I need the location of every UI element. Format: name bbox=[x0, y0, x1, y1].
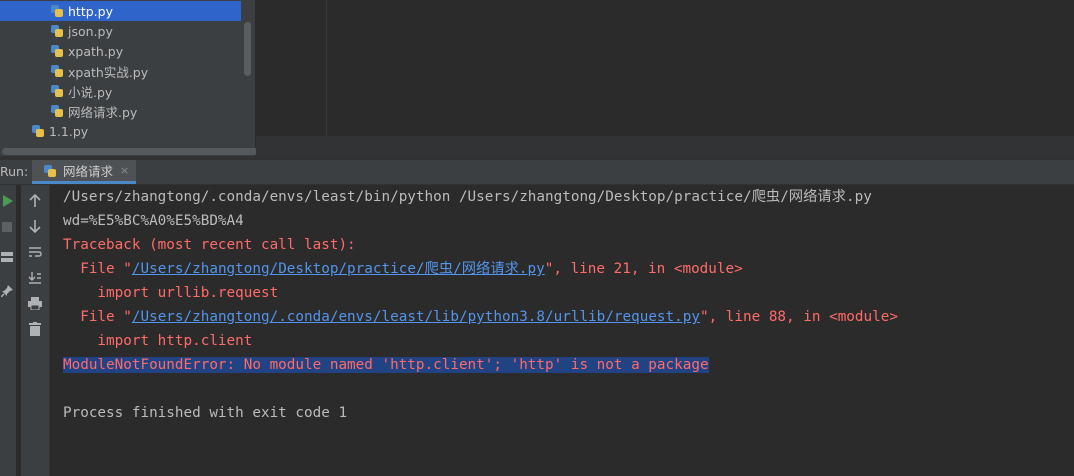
python-file-icon bbox=[31, 124, 45, 138]
close-icon[interactable]: × bbox=[120, 164, 129, 177]
error-message: ModuleNotFoundError: No module named 'ht… bbox=[63, 357, 709, 373]
run-tab-label: 网络请求 bbox=[63, 164, 114, 179]
file-link-urllib-request[interactable]: /Users/zhangtong/.conda/envs/least/lib/p… bbox=[132, 309, 700, 325]
tree-file-label: 小说.py bbox=[68, 84, 113, 100]
error-message-line: ModuleNotFoundError: No module named 'ht… bbox=[63, 353, 709, 377]
python-file-icon bbox=[50, 24, 64, 38]
tree-file-xiaoshuo-py[interactable]: 小说.py bbox=[50, 81, 112, 101]
tree-file-label: 1.1.py bbox=[49, 123, 89, 139]
arrow-up-icon[interactable] bbox=[27, 193, 43, 209]
traceback-code-1: import urllib.request bbox=[63, 285, 279, 301]
tree-file-http-py[interactable]: http.py bbox=[0, 1, 241, 21]
run-toolbar-secondary bbox=[21, 185, 50, 476]
tree-file-1-1-py[interactable]: 1.1.py bbox=[31, 121, 88, 141]
run-console[interactable]: /Users/zhangtong/.conda/envs/least/bin/p… bbox=[50, 185, 1074, 476]
editor-area[interactable] bbox=[256, 0, 1074, 136]
frame-prefix: File " bbox=[63, 261, 132, 277]
frame-suffix: ", line 88, in <module> bbox=[699, 309, 898, 325]
editor-right-margin bbox=[326, 0, 327, 136]
tree-file-label: 网络请求.py bbox=[68, 104, 138, 120]
trash-icon[interactable] bbox=[27, 321, 43, 337]
frame-prefix: File " bbox=[63, 309, 132, 325]
tree-horizontal-scrollbar[interactable] bbox=[2, 148, 258, 155]
pin-icon[interactable] bbox=[0, 283, 14, 299]
soft-wrap-icon[interactable] bbox=[27, 244, 43, 260]
python-file-icon bbox=[50, 64, 64, 78]
run-tab[interactable]: 网络请求 × bbox=[32, 160, 136, 184]
print-icon[interactable] bbox=[27, 295, 43, 311]
python-file-icon bbox=[50, 104, 64, 118]
python-file-icon bbox=[50, 84, 64, 98]
tree-file-label: xpath.py bbox=[68, 43, 124, 59]
tree-file-wangluoqingqiu-py[interactable]: 网络请求.py bbox=[50, 101, 137, 121]
layout-icon[interactable] bbox=[0, 249, 14, 265]
console-output-line: wd=%E5%BC%A0%E5%BD%A4 bbox=[63, 213, 244, 229]
exit-message: Process finished with exit code 1 bbox=[63, 405, 348, 421]
tree-file-json-py[interactable]: json.py bbox=[50, 21, 113, 41]
project-tree: http.py json.py xpath.py xpath实战.py 小说.p… bbox=[0, 0, 241, 156]
file-link-wangluoqingqiu[interactable]: /Users/zhangtong/Desktop/practice/爬虫/网络请… bbox=[132, 261, 545, 277]
python-file-icon bbox=[43, 164, 57, 178]
traceback-header: Traceback (most recent call last): bbox=[63, 237, 356, 253]
traceback-frame-2: File "/Users/zhangtong/.conda/envs/least… bbox=[63, 305, 898, 329]
run-tool-window-header: Run: 网络请求 × bbox=[0, 160, 1074, 185]
console-command-line: /Users/zhangtong/.conda/envs/least/bin/p… bbox=[63, 189, 872, 205]
tree-file-xpath-shizhan-py[interactable]: xpath实战.py bbox=[50, 61, 148, 81]
run-label: Run: bbox=[0, 164, 29, 179]
tree-file-xpath-py[interactable]: xpath.py bbox=[50, 41, 123, 61]
tree-file-label: xpath实战.py bbox=[68, 64, 149, 80]
traceback-code-2: import http.client bbox=[63, 333, 253, 349]
arrow-down-icon[interactable] bbox=[27, 218, 43, 234]
tree-file-label: http.py bbox=[68, 3, 113, 19]
editor-bottom-strip bbox=[256, 136, 1074, 156]
tree-vertical-scrollbar[interactable] bbox=[244, 22, 251, 76]
python-file-icon bbox=[50, 44, 64, 58]
traceback-frame-1: File "/Users/zhangtong/Desktop/practice/… bbox=[63, 257, 743, 281]
frame-suffix: ", line 21, in <module> bbox=[544, 261, 743, 277]
python-file-icon bbox=[50, 4, 64, 18]
stop-icon[interactable] bbox=[0, 219, 14, 235]
rerun-icon[interactable] bbox=[0, 193, 14, 209]
tree-file-label: json.py bbox=[68, 23, 113, 39]
scroll-to-end-icon[interactable] bbox=[27, 269, 43, 285]
run-toolbar-primary bbox=[0, 185, 16, 476]
